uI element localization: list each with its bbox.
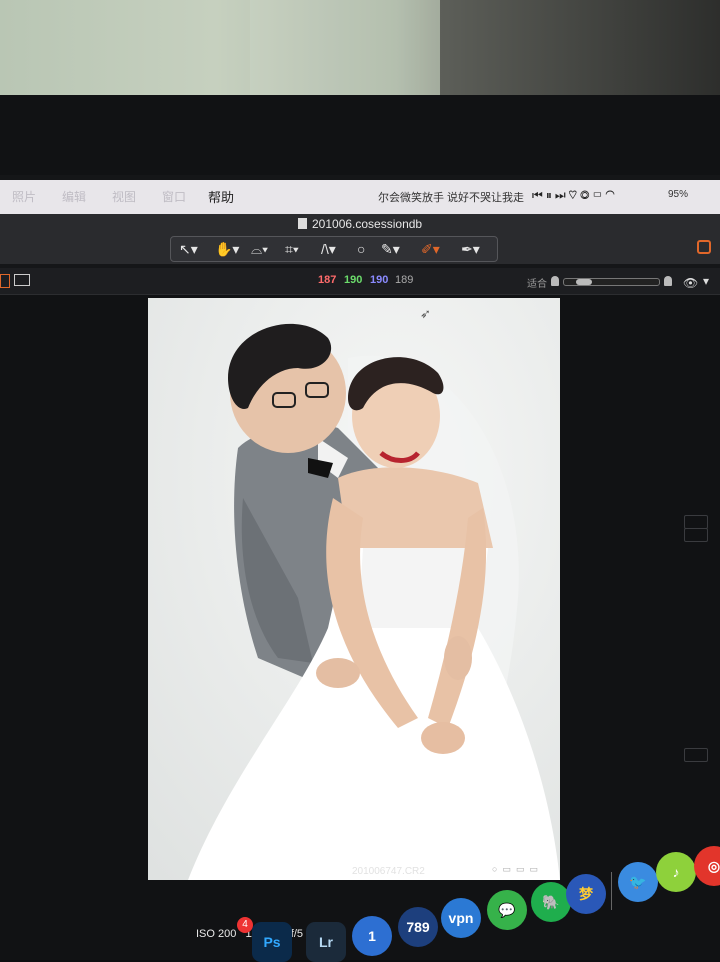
menu-item-photos[interactable]: 照片 — [12, 188, 36, 205]
multi-view-icon[interactable] — [14, 274, 30, 286]
media-controls[interactable]: ⏮⏸⏭♡◎▭◠ — [532, 188, 618, 203]
dock-item-vpn[interactable]: vpn — [441, 898, 481, 938]
circle-tool-icon[interactable]: ○ — [357, 240, 365, 258]
zoom-out-icon[interactable] — [551, 276, 559, 286]
crop-tool-icon[interactable]: ⌗▾ — [285, 240, 299, 258]
next-track-icon[interactable]: ⏭ — [555, 188, 569, 202]
aperture-value: f/5 — [290, 928, 304, 940]
rgb-luminance-value: 189 — [395, 274, 414, 286]
loupe-tool-icon[interactable]: ⌓▾ — [251, 240, 268, 258]
battery-percentage[interactable]: 95% — [668, 189, 688, 200]
toolbar: ↖▾ ✋▾ ⌓▾ ⌗▾ /\▾ ○ ✎▾ ✐▾ ✒▾ — [0, 234, 720, 264]
dock-item-dream[interactable]: 梦 — [566, 874, 606, 914]
cursor-icon: ➶ — [420, 306, 431, 321]
monitor-bezel — [0, 95, 720, 185]
side-panel-handle[interactable] — [684, 748, 708, 762]
rgb-blue-value: 190 — [370, 274, 389, 286]
display-icon[interactable]: ▭ — [593, 188, 606, 202]
annotate-tool-icon[interactable]: ✒▾ — [461, 240, 480, 258]
zoom-in-icon[interactable] — [664, 276, 672, 286]
eye-icon[interactable]: 👁 — [683, 276, 698, 290]
variant-icon[interactable]: ▭ — [516, 864, 530, 874]
dock-item-lightroom[interactable]: Lr — [306, 922, 346, 962]
dock-item-wechat[interactable]: 💬 — [487, 890, 527, 930]
zoom-slider-knob[interactable] — [575, 279, 592, 285]
side-panel-handle[interactable] — [684, 528, 708, 542]
hand-tool-icon[interactable]: ✋▾ — [215, 240, 239, 258]
menu-item-help[interactable]: 帮助 — [208, 187, 234, 206]
previous-track-icon[interactable]: ⏮ — [532, 188, 546, 202]
notification-badge: 4 — [237, 917, 253, 933]
wedding-photo-art — [148, 298, 560, 880]
dock-item-bird[interactable]: 🐦 — [618, 862, 658, 902]
dock-separator — [611, 872, 612, 910]
straighten-tool-icon[interactable]: /\▾ — [321, 240, 336, 258]
chevron-down-icon[interactable]: ▾ — [703, 274, 709, 288]
picker-tool-icon[interactable]: ✐▾ — [421, 240, 440, 258]
dock-item-evernote[interactable]: 🐘 — [531, 882, 571, 922]
window-titlebar: 201006.cosessiondb — [0, 214, 720, 234]
wifi-icon[interactable]: ◠ — [605, 188, 618, 202]
now-playing-text[interactable]: 尔会微笑放手 说好不哭让我走 — [378, 189, 524, 205]
document-title: 201006.cosessiondb — [312, 217, 423, 231]
viewer-controls[interactable]: ○▭▭▭ — [492, 864, 543, 875]
dock-item-photoshop[interactable]: Ps — [252, 922, 292, 962]
iso-value: ISO 200 — [196, 928, 237, 940]
select-tool-icon[interactable]: ↖▾ — [179, 240, 198, 258]
menu-item-window[interactable]: 窗口 — [162, 188, 186, 205]
tool-group: ↖▾ ✋▾ ⌓▾ ⌗▾ /\▾ ○ ✎▾ ✐▾ ✒▾ — [170, 236, 498, 262]
rgb-green-value: 190 — [344, 274, 363, 286]
dock-item-music[interactable]: ♪ — [656, 852, 696, 892]
viewer-bar: 187 190 190 189 适合 👁 ▾ — [0, 268, 720, 295]
menu-extra-icon[interactable]: ◎ — [580, 188, 593, 202]
menu-item-view[interactable]: 视图 — [112, 188, 136, 205]
dock-item-app-789[interactable]: 789 — [398, 907, 438, 947]
menubar: 照片 编辑 视图 窗口 帮助 尔会微笑放手 说好不哭让我走 ⏮⏸⏭♡◎▭◠ 95… — [0, 180, 720, 215]
zoom-slider[interactable] — [563, 278, 660, 286]
compare-icon[interactable]: ▭ — [502, 864, 516, 874]
menu-item-edit[interactable]: 编辑 — [62, 188, 86, 205]
pause-icon[interactable]: ⏸ — [546, 188, 555, 202]
copy-adjustments-icon[interactable] — [697, 240, 711, 254]
document-icon — [298, 218, 307, 229]
rating-icon[interactable]: ○ — [492, 864, 502, 874]
rgb-red-value: 187 — [318, 274, 337, 286]
heart-icon[interactable]: ♡ — [569, 188, 580, 202]
wedding-photo[interactable] — [148, 298, 560, 880]
zoom-fit-label[interactable]: 适合 — [527, 275, 547, 290]
side-panel-handle[interactable] — [684, 515, 708, 529]
dock-item-one[interactable]: 1 — [352, 916, 392, 956]
image-filename: 201006747.CR2 — [352, 866, 425, 877]
single-view-icon[interactable] — [0, 274, 10, 288]
brush-tool-icon[interactable]: ✎▾ — [381, 240, 400, 258]
tag-icon[interactable]: ▭ — [529, 864, 543, 874]
